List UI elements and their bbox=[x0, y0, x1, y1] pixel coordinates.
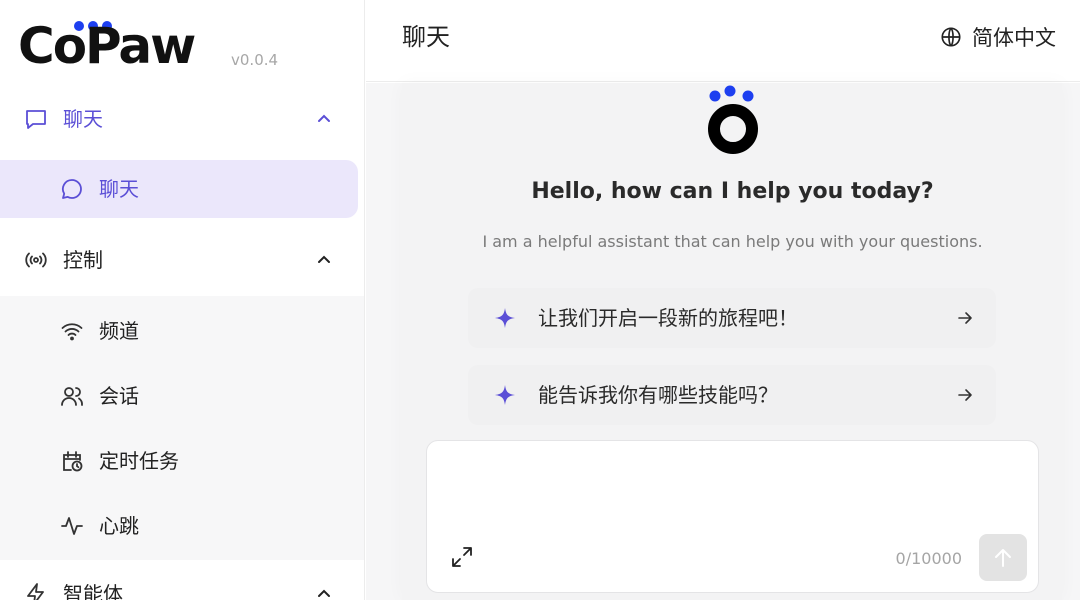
sparkle-icon bbox=[495, 308, 515, 328]
message-composer: 0/10000 bbox=[426, 440, 1039, 593]
top-header: 聊天 简体中文 bbox=[366, 0, 1080, 82]
message-square-icon bbox=[26, 110, 46, 129]
suggested-prompt-text: 能告诉我你有哪些技能吗？ bbox=[538, 383, 778, 407]
send-button[interactable] bbox=[979, 534, 1027, 581]
sidebar-item-channels[interactable]: 频道 bbox=[0, 302, 358, 360]
sidebar-item-label: 定时任务 bbox=[99, 449, 179, 473]
sidebar-item-sessions[interactable]: 会话 bbox=[0, 367, 358, 425]
sidebar-group-label: 聊天 bbox=[63, 107, 103, 131]
app-window: CoPaw v0.0.4 聊天 聊天 控制 频道 会话 定时任务 心跳 智能体 … bbox=[0, 0, 1080, 600]
sidebar-group-label: 控制 bbox=[63, 248, 103, 272]
broadcast-icon bbox=[25, 252, 47, 268]
sidebar-item-scheduled-tasks[interactable]: 定时任务 bbox=[0, 432, 358, 490]
sparkle-icon bbox=[495, 385, 515, 405]
brand-name: CoPaw bbox=[18, 17, 196, 75]
welcome-greeting: Hello, how can I help you today? bbox=[531, 179, 934, 204]
expand-icon[interactable] bbox=[450, 545, 474, 569]
suggested-prompt[interactable]: 能告诉我你有哪些技能吗？ bbox=[468, 365, 996, 425]
brand-logo[interactable]: CoPaw v0.0.4 bbox=[18, 18, 318, 74]
version-label: v0.0.4 bbox=[231, 51, 279, 69]
welcome-subtitle: I am a helpful assistant that can help y… bbox=[482, 232, 983, 251]
suggested-prompt-text: 让我们开启一段新的旅程吧！ bbox=[538, 306, 798, 330]
sidebar-group-label: 智能体 bbox=[63, 582, 123, 600]
users-icon bbox=[61, 387, 83, 406]
chat-area: Hello, how can I help you today? I am a … bbox=[366, 83, 1080, 600]
character-counter: 0/10000 bbox=[895, 549, 962, 568]
sidebar-group-chat[interactable]: 聊天 bbox=[0, 89, 364, 149]
sidebar-item-label: 聊天 bbox=[99, 177, 139, 201]
chevron-up-icon[interactable] bbox=[315, 585, 333, 600]
sidebar-item-label: 频道 bbox=[99, 319, 139, 343]
chevron-up-icon[interactable] bbox=[315, 110, 333, 128]
activity-icon bbox=[61, 517, 83, 535]
language-label: 简体中文 bbox=[972, 26, 1056, 50]
sidebar-item-chat[interactable]: 聊天 bbox=[0, 160, 358, 218]
sidebar-submenu-control: 频道 会话 定时任务 心跳 bbox=[0, 296, 364, 560]
globe-icon bbox=[941, 27, 961, 47]
agent-icon bbox=[27, 583, 44, 600]
sidebar-item-heartbeat[interactable]: 心跳 bbox=[0, 497, 358, 555]
page-title: 聊天 bbox=[402, 23, 450, 51]
sidebar-group-agents[interactable]: 智能体 bbox=[0, 564, 364, 600]
sidebar: CoPaw v0.0.4 聊天 聊天 控制 频道 会话 定时任务 心跳 智能体 bbox=[0, 0, 365, 600]
arrow-right-icon bbox=[958, 312, 972, 324]
calendar-clock-icon bbox=[63, 451, 83, 472]
message-input[interactable] bbox=[441, 453, 1026, 533]
arrow-up-icon bbox=[995, 548, 1011, 567]
sidebar-group-control[interactable]: 控制 bbox=[0, 230, 364, 290]
wifi-icon bbox=[61, 323, 83, 341]
copaw-logo-icon bbox=[708, 85, 758, 154]
arrow-right-icon bbox=[958, 389, 972, 401]
language-switcher[interactable]: 简体中文 bbox=[940, 24, 1056, 50]
sidebar-item-label: 会话 bbox=[99, 384, 139, 408]
sidebar-item-label: 心跳 bbox=[99, 514, 139, 538]
message-circle-icon bbox=[61, 179, 82, 199]
suggested-prompt[interactable]: 让我们开启一段新的旅程吧！ bbox=[468, 288, 996, 348]
chevron-up-icon[interactable] bbox=[315, 251, 333, 269]
